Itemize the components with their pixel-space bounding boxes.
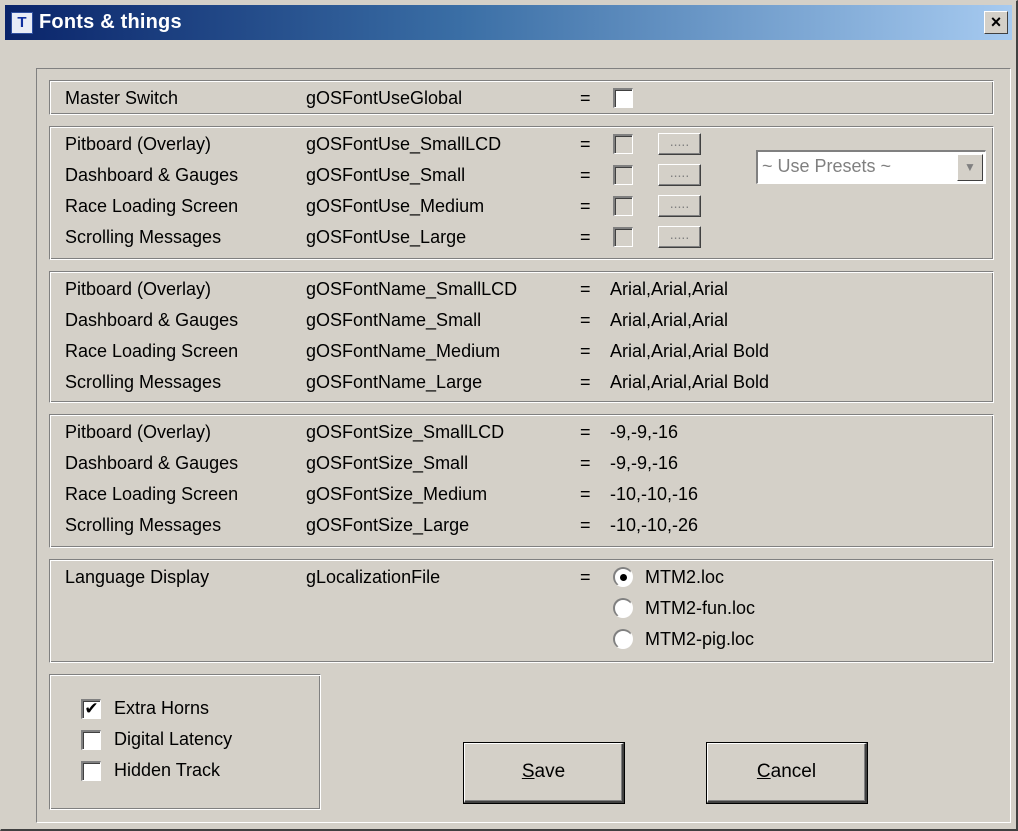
cancel-accelerator: C — [756, 761, 771, 782]
font-use-var: gOSFontUse_SmallLCD — [306, 134, 502, 154]
digital-latency-label[interactable]: Digital Latency — [114, 728, 232, 750]
font-name-var: gOSFontName_SmallLCD — [306, 279, 518, 299]
extra-horns-label[interactable]: Extra Horns — [114, 697, 209, 719]
fonts-dialog-window: T Fonts & things × Master Switch gOSFont… — [0, 0, 1018, 831]
font-use-eq: = — [580, 196, 591, 216]
font-size-group: Pitboard (Overlay) gOSFontSize_SmallLCD … — [49, 414, 994, 548]
presets-dropdown[interactable]: ~ Use Presets ~ ▼ — [756, 150, 986, 184]
master-switch-var: gOSFontUseGlobal — [306, 88, 463, 108]
font-use-label: Scrolling Messages — [65, 227, 222, 247]
language-radio-mtm2[interactable] — [613, 567, 633, 587]
font-picker-button[interactable]: ..... — [658, 195, 701, 217]
save-accelerator: S — [521, 761, 535, 782]
font-name-label: Pitboard (Overlay) — [65, 279, 212, 299]
font-size-label: Dashboard & Gauges — [65, 453, 239, 473]
font-name-var: gOSFontName_Small — [306, 310, 482, 330]
font-name-label: Scrolling Messages — [65, 372, 222, 392]
font-name-value: Arial,Arial,Arial — [610, 310, 729, 330]
app-icon: T — [11, 12, 33, 34]
font-size-label: Pitboard (Overlay) — [65, 422, 212, 442]
hidden-track-label[interactable]: Hidden Track — [114, 759, 220, 781]
language-option-label[interactable]: MTM2-fun.loc — [645, 597, 755, 619]
language-eq: = — [580, 567, 591, 587]
presets-selected-value: ~ Use Presets ~ — [762, 156, 892, 176]
master-switch-label: Master Switch — [65, 88, 179, 108]
font-name-eq: = — [580, 341, 591, 361]
master-switch-checkbox[interactable] — [613, 88, 633, 108]
font-picker-button[interactable]: ..... — [658, 133, 701, 155]
font-name-value: Arial,Arial,Arial Bold — [610, 372, 770, 392]
font-name-value: Arial,Arial,Arial Bold — [610, 341, 770, 361]
chevron-down-icon[interactable]: ▼ — [957, 154, 983, 181]
master-switch-group: Master Switch gOSFontUseGlobal = — [49, 80, 994, 115]
extra-horns-checkbox[interactable]: ✔ — [81, 699, 101, 719]
font-name-var: gOSFontName_Large — [306, 372, 483, 392]
font-name-eq: = — [580, 372, 591, 392]
font-size-value: -10,-10,-16 — [610, 484, 699, 504]
font-use-checkbox[interactable] — [613, 227, 633, 247]
font-size-value: -9,-9,-16 — [610, 453, 679, 473]
font-size-eq: = — [580, 484, 591, 504]
font-name-eq: = — [580, 279, 591, 299]
font-use-group: Pitboard (Overlay) gOSFontUse_SmallLCD =… — [49, 126, 994, 260]
font-size-var: gOSFontSize_Medium — [306, 484, 488, 504]
font-size-label: Scrolling Messages — [65, 515, 222, 535]
font-use-var: gOSFontUse_Medium — [306, 196, 485, 216]
radio-selected-dot — [620, 574, 627, 581]
title-bar[interactable]: T Fonts & things × — [5, 5, 1012, 40]
font-size-var: gOSFontSize_Large — [306, 515, 470, 535]
extras-group: ✔ Extra Horns Digital Latency Hidden Tra… — [49, 674, 321, 810]
font-use-checkbox[interactable] — [613, 165, 633, 185]
close-button[interactable]: × — [984, 11, 1008, 34]
hidden-track-checkbox[interactable] — [81, 761, 101, 781]
language-option-label[interactable]: MTM2-pig.loc — [645, 628, 754, 650]
font-use-eq: = — [580, 165, 591, 185]
digital-latency-checkbox[interactable] — [81, 730, 101, 750]
font-use-var: gOSFontUse_Small — [306, 165, 466, 185]
font-use-checkbox[interactable] — [613, 134, 633, 154]
save-label-rest: ave — [534, 761, 566, 782]
font-use-checkbox[interactable] — [613, 196, 633, 216]
save-button[interactable]: Save — [464, 743, 624, 803]
font-size-eq: = — [580, 422, 591, 442]
font-size-var: gOSFontSize_SmallLCD — [306, 422, 505, 442]
font-size-var: gOSFontSize_Small — [306, 453, 469, 473]
language-label: Language Display — [65, 567, 210, 587]
font-name-label: Race Loading Screen — [65, 341, 239, 361]
language-radio-mtm2-fun[interactable] — [613, 598, 633, 618]
master-switch-eq: = — [580, 88, 591, 108]
font-size-eq: = — [580, 515, 591, 535]
font-use-label: Dashboard & Gauges — [65, 165, 239, 185]
language-group: Language Display gLocalizationFile = MTM… — [49, 559, 994, 663]
language-option-label[interactable]: MTM2.loc — [645, 566, 724, 588]
font-name-group: Pitboard (Overlay) gOSFontName_SmallLCD … — [49, 271, 994, 403]
font-use-label: Pitboard (Overlay) — [65, 134, 212, 154]
font-size-value: -9,-9,-16 — [610, 422, 679, 442]
cancel-button[interactable]: Cancel — [707, 743, 867, 803]
language-var: gLocalizationFile — [306, 567, 441, 587]
font-name-label: Dashboard & Gauges — [65, 310, 239, 330]
font-use-label: Race Loading Screen — [65, 196, 239, 216]
font-use-eq: = — [580, 227, 591, 247]
language-radio-mtm2-pig[interactable] — [613, 629, 633, 649]
font-name-value: Arial,Arial,Arial — [610, 279, 729, 299]
font-use-var: gOSFontUse_Large — [306, 227, 467, 247]
font-name-var: gOSFontName_Medium — [306, 341, 501, 361]
font-name-eq: = — [580, 310, 591, 330]
font-size-eq: = — [580, 453, 591, 473]
font-use-eq: = — [580, 134, 591, 154]
font-size-label: Race Loading Screen — [65, 484, 239, 504]
font-picker-button[interactable]: ..... — [658, 226, 701, 248]
font-picker-button[interactable]: ..... — [658, 164, 701, 186]
window-title: Fonts & things — [39, 11, 182, 33]
font-size-value: -10,-10,-26 — [610, 515, 699, 535]
cancel-label-rest: ancel — [770, 761, 817, 782]
